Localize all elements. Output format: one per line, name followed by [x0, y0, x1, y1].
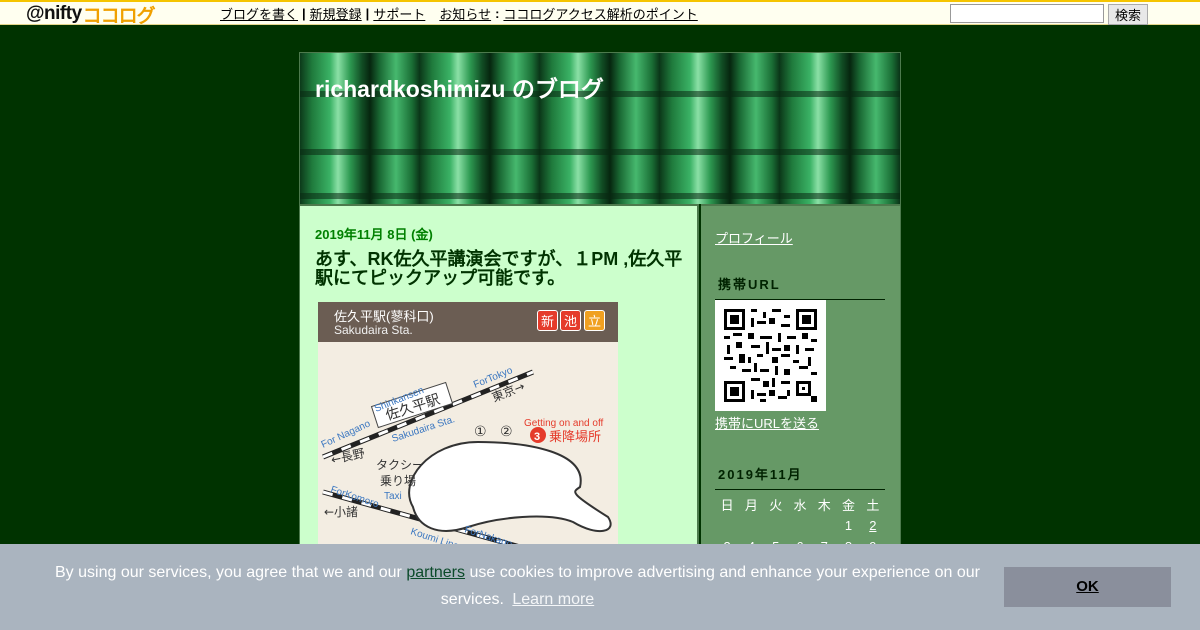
cookie-partners-link[interactable]: partners	[406, 564, 465, 581]
badge-ike: 池	[560, 310, 581, 331]
cookie-ok-button[interactable]: OK	[1004, 567, 1171, 607]
nav-register[interactable]: 新規登録	[310, 4, 362, 23]
weekday: 日	[720, 498, 734, 513]
cookie-learn-more-link[interactable]: Learn more	[512, 591, 594, 608]
nav-colon: :	[495, 6, 500, 21]
sidebar-profile-link[interactable]: プロフィール	[715, 228, 793, 247]
sidebar-mobile-heading: 携帯URL	[715, 274, 885, 300]
cookie-text-before: By using our services, you agree that we…	[55, 564, 407, 581]
weekday: 水	[793, 498, 807, 513]
map-station-en: Sakudaira Sta.	[334, 323, 413, 337]
sidebar-send-url-link[interactable]: 携帯にURLを送る	[715, 413, 819, 432]
weekday: 金	[842, 498, 856, 513]
cookie-message: By using our services, you agree that we…	[40, 559, 995, 613]
map-label-taxi-jp2: 乗り場	[380, 474, 416, 488]
map-label-taxi-jp1: タクシー	[376, 458, 424, 472]
calendar-day-link-text[interactable]: 2	[869, 518, 876, 533]
badge-tachi: 立	[584, 310, 605, 331]
weekday: 月	[744, 498, 758, 513]
bamboo-banner: richardkoshimizu のブログ	[300, 53, 900, 204]
nav-separator: |	[302, 6, 306, 21]
calendar-day: 1	[844, 518, 853, 533]
top-search: 検索	[950, 4, 1148, 25]
weekday: 木	[817, 498, 831, 513]
logo-cocolog-text: ココログ	[82, 5, 156, 27]
weekday: 火	[769, 498, 783, 513]
map-label-n1: ①	[474, 424, 487, 440]
nav-support[interactable]: サポート	[373, 4, 425, 23]
qr-code-image	[715, 300, 826, 411]
calendar-week: 1 2	[715, 515, 885, 536]
search-button[interactable]: 検索	[1108, 4, 1148, 25]
map-label-taxi-en: Taxi	[384, 491, 402, 502]
nav-write-blog[interactable]: ブログを書く	[220, 4, 298, 23]
top-nav: ブログを書く | 新規登録 | サポート お知らせ : ココログアクセス解析のポ…	[220, 4, 698, 23]
nav-separator: |	[365, 6, 370, 21]
calendar-day-link[interactable]: 2	[861, 515, 885, 536]
sidebar-calendar-heading: 2019年11月	[715, 464, 885, 490]
nav-notice-link[interactable]: ココログアクセス解析のポイント	[503, 4, 697, 23]
search-input[interactable]	[950, 4, 1104, 23]
map-drawing: 佐久平駅 Shinkansen ForTokyo 東京→ For Nagano …	[320, 365, 612, 552]
map-label-jokoba: 乗降場所	[549, 430, 601, 445]
nav-notice[interactable]: お知らせ	[439, 4, 491, 23]
map-header: 佐久平駅(蓼科口) Sakudaira Sta. 新 池 立	[318, 302, 618, 342]
calendar-weekdays: 日 月 火 水 木 金 土	[715, 494, 885, 515]
map-label-komoro: ←小諸	[324, 504, 358, 519]
badge-shin: 新	[537, 310, 558, 331]
logo-nifty-text: @nifty	[26, 3, 82, 24]
blog-title[interactable]: richardkoshimizu のブログ	[315, 70, 604, 104]
map-label-n3: 3	[534, 431, 540, 443]
qr-code-icon	[724, 309, 817, 402]
weekday: 土	[866, 498, 880, 513]
nifty-topbar: @nifty ココログ ブログを書く | 新規登録 | サポート お知らせ : …	[0, 0, 1200, 27]
nifty-cocolog-logo[interactable]: @nifty ココログ	[26, 3, 156, 27]
post-date: 2019年11月 8日 (金)	[315, 227, 433, 242]
cookie-consent-banner: By using our services, you agree that we…	[0, 544, 1200, 630]
map-label-n2: ②	[500, 424, 513, 440]
post-title: あす、RK佐久平講演会ですが、１PM ,佐久平駅にてピックアップ可能です。	[315, 249, 683, 288]
station-map-image[interactable]: 佐久平駅(蓼科口) Sakudaira Sta. 新 池 立 佐久平駅 Shin…	[318, 302, 618, 552]
map-label-nagano: ←長野	[330, 446, 366, 467]
